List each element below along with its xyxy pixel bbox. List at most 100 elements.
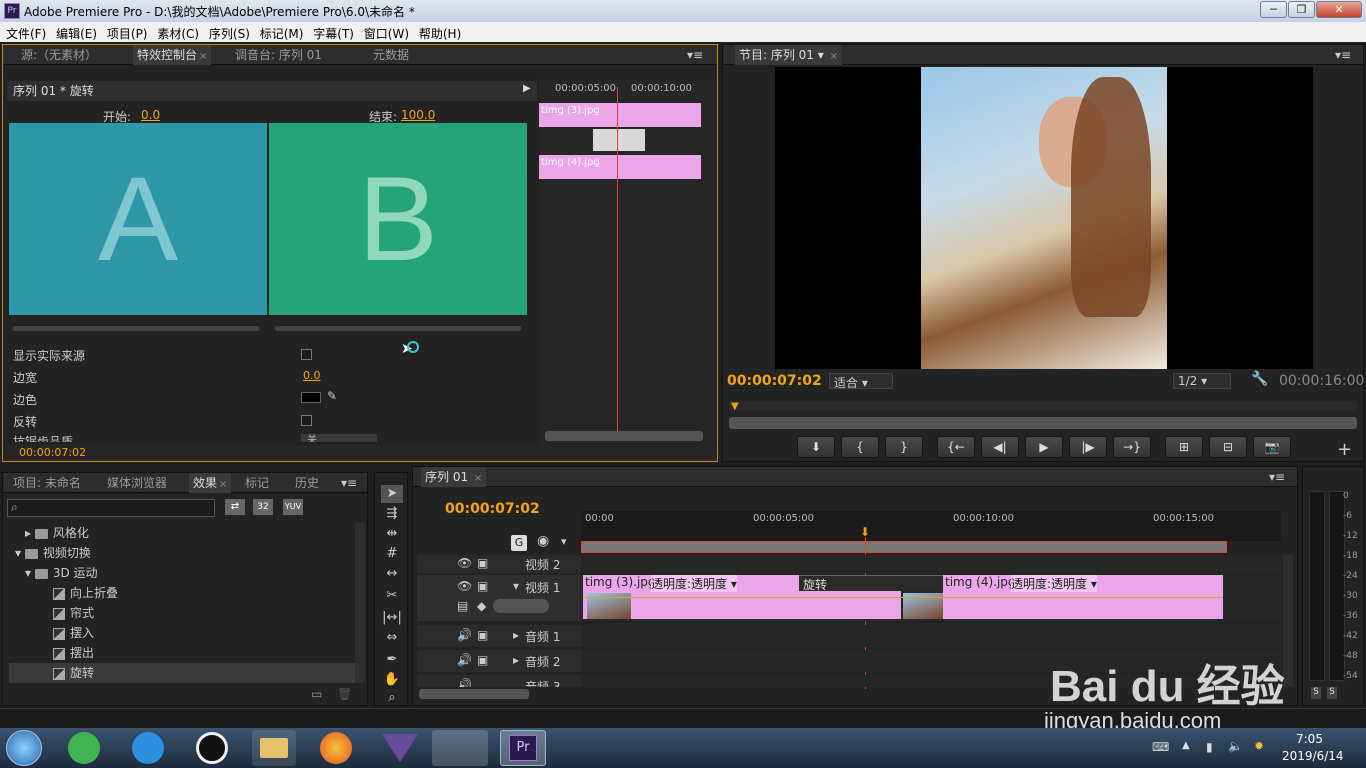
resolution-dropdown[interactable]: 1/2 ▾: [1173, 373, 1231, 389]
sync-lock-icon[interactable]: ▣: [477, 653, 488, 667]
desktop-app-icon[interactable]: [432, 730, 488, 766]
program-zoom-scrollbar[interactable]: [729, 417, 1357, 429]
step-forward-button[interactable]: |▶: [1069, 436, 1107, 458]
sync-lock-icon[interactable]: ▣: [477, 556, 488, 570]
slide-tool-icon[interactable]: ⇔: [381, 629, 403, 647]
wrench-icon[interactable]: 🔧: [1251, 371, 1268, 387]
track-lane-audio-1[interactable]: [581, 625, 1281, 647]
speaker-icon[interactable]: 🔊: [457, 628, 472, 642]
notification-icon[interactable]: ✹: [1254, 739, 1264, 753]
tree-item-transition[interactable]: 摆入: [9, 623, 355, 643]
tree-item-transition[interactable]: 向上折叠: [9, 583, 355, 603]
32bit-filter-button[interactable]: 32: [253, 499, 273, 515]
tab-effect-controls[interactable]: 特效控制台 ×: [133, 45, 212, 65]
panel-menu-icon[interactable]: ▾≡: [1265, 467, 1289, 487]
tree-item-folder[interactable]: ▸ 风格化: [9, 523, 355, 543]
effects-search-input[interactable]: [7, 499, 215, 517]
selection-tool-icon[interactable]: ➤: [381, 485, 403, 503]
menu-file[interactable]: 文件(F): [0, 22, 46, 42]
maximize-button[interactable]: ❐: [1288, 1, 1315, 18]
program-playhead-icon[interactable]: ▼: [731, 401, 739, 412]
speaker-icon[interactable]: 🔊: [457, 653, 472, 667]
program-timecode[interactable]: 00:00:07:02: [727, 373, 822, 389]
track-lane-video-2[interactable]: [581, 555, 1281, 573]
mini-playhead[interactable]: [617, 87, 618, 433]
eyedropper-icon[interactable]: ✎: [327, 389, 337, 403]
ie-icon[interactable]: [68, 732, 100, 764]
transition-rotate[interactable]: 旋转: [799, 575, 943, 592]
tree-item-folder[interactable]: ▾ 3D 运动: [9, 563, 355, 583]
expand-track-icon[interactable]: ▸: [513, 653, 519, 667]
panel-menu-icon[interactable]: ▾≡: [683, 45, 707, 65]
panel-menu-icon[interactable]: ▾≡: [337, 473, 361, 493]
effects-scrollbar[interactable]: [355, 523, 365, 683]
menu-edit[interactable]: 编辑(E): [50, 22, 97, 42]
clock-date[interactable]: 2019/6/14: [1282, 749, 1344, 763]
mark-in-button[interactable]: {: [841, 436, 879, 458]
menu-window[interactable]: 窗口(W): [358, 22, 409, 42]
start-button-icon[interactable]: [6, 730, 42, 766]
mini-clip-b[interactable]: timg (4).jpg: [539, 155, 701, 179]
eye-icon[interactable]: 👁: [457, 579, 472, 593]
effect-timecode[interactable]: 00:00:07:02: [19, 446, 86, 459]
mark-out-button[interactable]: }: [885, 436, 923, 458]
tree-item-folder[interactable]: ▾ 视频切换: [9, 543, 355, 563]
add-button-icon[interactable]: +: [1337, 439, 1352, 460]
eye-icon[interactable]: 👁: [457, 556, 472, 570]
snap-icon[interactable]: G: [511, 535, 527, 551]
menu-sequence[interactable]: 序列(S): [203, 22, 250, 42]
tab-project[interactable]: 项目: 未命名: [9, 473, 85, 493]
media-player-icon[interactable]: [132, 732, 164, 764]
end-slider[interactable]: [275, 326, 521, 331]
keyframe-nav-icon[interactable]: ◉: [537, 533, 549, 549]
start-value[interactable]: 0.0: [141, 108, 160, 122]
export-frame-button[interactable]: 📷: [1253, 436, 1291, 458]
solo-right-button[interactable]: S: [1327, 687, 1337, 699]
firefox-icon[interactable]: [320, 732, 352, 764]
mini-clip-a[interactable]: timg (3).jpg: [539, 103, 701, 127]
timeline-timecode[interactable]: 00:00:07:02: [445, 501, 540, 517]
rolling-edit-tool-icon[interactable]: #: [381, 545, 403, 563]
mini-transition[interactable]: [593, 129, 645, 151]
new-bin-icon[interactable]: ▭: [311, 687, 322, 701]
delete-icon[interactable]: 🗑: [337, 687, 352, 701]
border-width-value[interactable]: 0.0: [303, 369, 321, 382]
go-to-in-button[interactable]: {←: [937, 436, 975, 458]
slip-tool-icon[interactable]: |↔|: [381, 609, 403, 627]
keyboard-tray-icon[interactable]: ⌨: [1152, 740, 1169, 754]
sync-lock-icon[interactable]: ▣: [477, 628, 488, 642]
pen-tool-icon[interactable]: ✒: [381, 651, 403, 669]
antialias-dropdown[interactable]: 关: [301, 434, 377, 442]
play-button[interactable]: ▶: [1025, 436, 1063, 458]
zoom-dropdown[interactable]: 适合 ▾: [829, 373, 893, 390]
panel-menu-icon[interactable]: ▾≡: [1331, 45, 1355, 65]
tab-sequence[interactable]: 序列 01 ×: [421, 467, 487, 487]
menu-clip[interactable]: 素材(C): [151, 22, 199, 42]
tree-item-transition[interactable]: 帘式: [9, 603, 355, 623]
ripple-edit-tool-icon[interactable]: ⇹: [381, 525, 403, 543]
lift-button[interactable]: ⊞: [1165, 436, 1203, 458]
battery-icon[interactable]: ▮: [1206, 740, 1213, 754]
menu-project[interactable]: 项目(P): [101, 22, 148, 42]
tray-expand-icon[interactable]: ▲: [1182, 740, 1190, 751]
border-color-swatch[interactable]: [301, 392, 321, 403]
zoom-tool-icon[interactable]: ⌕: [381, 689, 403, 707]
go-to-out-button[interactable]: →}: [1113, 436, 1151, 458]
opacity-dropdown[interactable]: 透明度:透明度 ▾: [1011, 575, 1097, 592]
tab-source[interactable]: 源:（无素材）: [17, 45, 101, 65]
solo-left-button[interactable]: S: [1311, 687, 1321, 699]
clock-time[interactable]: 7:05: [1296, 732, 1323, 746]
close-tab-icon[interactable]: ×: [199, 51, 207, 62]
volume-icon[interactable]: 🔈: [1228, 739, 1243, 753]
tab-metadata[interactable]: 元数据: [369, 45, 413, 65]
rate-stretch-tool-icon[interactable]: ↔: [381, 565, 403, 583]
tree-item-transition[interactable]: 摆出: [9, 643, 355, 663]
end-value[interactable]: 100.0: [401, 108, 435, 122]
menu-title[interactable]: 字幕(T): [307, 22, 354, 42]
yuv-filter-button[interactable]: YUV: [283, 499, 303, 515]
set-marker-icon[interactable]: ▾: [561, 535, 567, 548]
hand-tool-icon[interactable]: ✋: [381, 671, 403, 689]
program-ruler[interactable]: [729, 401, 1357, 411]
expand-track-icon[interactable]: ▸: [513, 628, 519, 642]
mini-scrollbar[interactable]: [545, 431, 703, 441]
